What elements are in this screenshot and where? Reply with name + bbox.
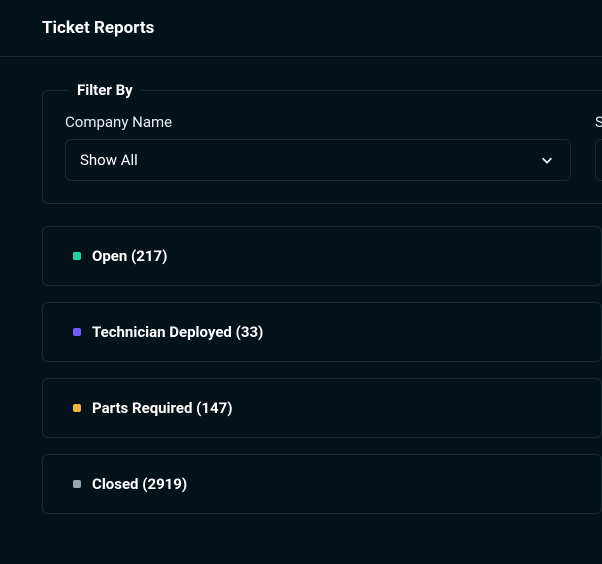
- status-dot: [73, 328, 81, 336]
- filter-row: Company Name Show All Site Show All: [65, 113, 602, 181]
- filter-field-company: Company Name Show All: [65, 113, 571, 181]
- status-dot: [73, 404, 81, 412]
- filter-panel: Filter By Company Name Show All Site Sho…: [42, 81, 602, 204]
- status-card-open[interactable]: Open (217): [42, 226, 602, 286]
- status-card-technician-deployed[interactable]: Technician Deployed (33): [42, 302, 602, 362]
- page-header: Ticket Reports: [0, 0, 602, 57]
- status-dot: [73, 252, 81, 260]
- status-list: Open (217) Technician Deployed (33) Part…: [42, 226, 602, 514]
- filter-field-site: Site Show All: [595, 113, 602, 181]
- company-name-value: Show All: [80, 151, 538, 169]
- chevron-down-icon: [538, 151, 556, 169]
- site-label: Site: [595, 113, 602, 131]
- status-label: Closed (2919): [92, 475, 187, 493]
- page-title: Ticket Reports: [42, 18, 560, 38]
- content-area: Filter By Company Name Show All Site Sho…: [0, 57, 602, 538]
- status-card-closed[interactable]: Closed (2919): [42, 454, 602, 514]
- status-dot: [73, 480, 81, 488]
- status-label: Open (217): [92, 247, 167, 265]
- filter-legend: Filter By: [69, 81, 141, 99]
- site-select[interactable]: Show All: [595, 139, 602, 181]
- company-name-label: Company Name: [65, 113, 571, 131]
- status-label: Technician Deployed (33): [92, 323, 263, 341]
- status-label: Parts Required (147): [92, 399, 232, 417]
- company-name-select[interactable]: Show All: [65, 139, 571, 181]
- status-card-parts-required[interactable]: Parts Required (147): [42, 378, 602, 438]
